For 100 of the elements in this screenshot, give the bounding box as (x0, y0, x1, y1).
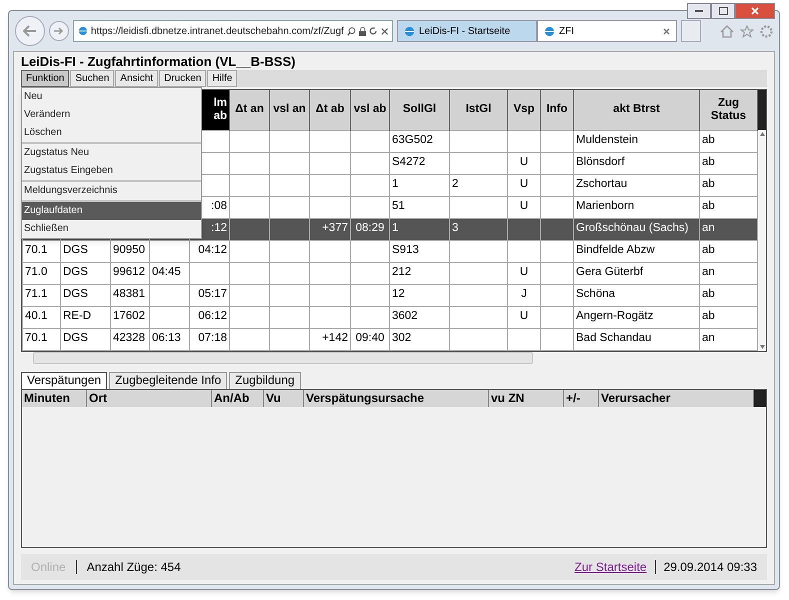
address-text: https://leidisfi.dbnetze.intranet.deutschebahn.com/zf/Zugf (90, 24, 344, 38)
back-arrow-icon (23, 25, 37, 37)
menu-item[interactable]: Meldungsverzeichnis (22, 182, 201, 200)
column-header[interactable]: SollGl (390, 90, 450, 130)
table-cell: an (702, 266, 715, 278)
menu-item[interactable]: Drucken (159, 70, 206, 87)
table-cell: 07:18 (198, 332, 227, 344)
table-row[interactable]: 71.0 DGS 99612 04:45 212 U Gera Güterbf an (22, 262, 758, 284)
app-title: LeiDis-FI - Zugfahrtinformation (VL__B-BSS) (21, 53, 296, 70)
table-cell: 2 (452, 178, 458, 190)
table-cell: Marienborn (576, 200, 634, 212)
column-header[interactable]: vu ZN (489, 390, 564, 406)
address-bar[interactable]: https://leidisfi.dbnetze.intranet.deutschebahn.com/zf/Zugf (73, 20, 393, 42)
maximize-button[interactable] (711, 3, 735, 19)
vertical-scrollbar[interactable] (758, 130, 766, 350)
table-cell: an (702, 332, 715, 344)
table-cell: 09:40 (356, 332, 384, 344)
table-cell: 08:29 (356, 222, 384, 234)
close-icon[interactable] (380, 26, 388, 36)
column-header[interactable]: Zug Status (700, 90, 758, 130)
minimize-button[interactable] (687, 3, 711, 19)
home-link[interactable]: Zur Startseite (574, 558, 647, 576)
table-cell: ab (702, 178, 715, 190)
table-cell: 17602 (113, 310, 145, 322)
table-cell: 42328 (113, 332, 145, 344)
column-header[interactable]: Δt an (230, 90, 270, 130)
star-icon[interactable] (740, 24, 754, 38)
globe-icon (404, 26, 415, 36)
close-icon (751, 7, 759, 15)
table-cell: Schöna (576, 288, 616, 300)
table-cell: 302 (392, 332, 412, 344)
table-cell: ab (702, 288, 715, 300)
table-cell: :12 (211, 222, 227, 234)
column-header[interactable]: vsl ab (350, 90, 390, 130)
settings-icon[interactable] (760, 24, 773, 38)
table-cell: Blönsdorf (576, 156, 625, 168)
table-cell: 40.1 (25, 310, 48, 322)
browser-tab[interactable]: LeiDis-FI - Startseite (397, 20, 537, 42)
column-header[interactable]: Ort (87, 390, 212, 406)
table-row[interactable]: 71.1 DGS 48381 05:17 12 J Schöna ab (22, 284, 758, 306)
table-cell: 71.1 (25, 288, 48, 300)
train-count: Anzahl Züge: 454 (86, 559, 181, 576)
table-cell: :08 (211, 200, 227, 212)
table-cell: 3 (452, 222, 458, 234)
menu-item[interactable]: Suchen (70, 70, 114, 87)
search-icon[interactable] (346, 26, 356, 36)
table-cell: S913 (392, 244, 419, 256)
table-row[interactable]: 40.1 RE-D 17602 06:12 3602 U Angern-Rogätz ab (22, 306, 758, 328)
menu-item[interactable]: Zuglaufdaten (22, 202, 201, 220)
date-time: 29.09.2014 09:33 (664, 559, 757, 576)
table-cell: ab (702, 156, 715, 168)
header-corner (758, 90, 766, 130)
column-header[interactable]: Vu (264, 390, 304, 406)
column-header[interactable]: akt Btrst (574, 90, 700, 130)
column-header[interactable]: IstGl (450, 90, 508, 130)
column-header[interactable]: +/- (564, 390, 599, 406)
table-cell: 05:17 (198, 288, 227, 300)
menu-item[interactable]: Ansicht (115, 70, 158, 87)
menu-item[interactable]: Funktion (21, 70, 70, 87)
table-cell: DGS (63, 244, 88, 256)
table-cell: Bad Schandau (576, 332, 652, 344)
table-cell: 06:13 (152, 332, 181, 344)
table-cell: 06:12 (198, 310, 227, 322)
table-row[interactable]: 70.1 DGS 90950 04:12 S913 Bindfelde Abzw ab (22, 240, 758, 262)
forward-arrow-icon (54, 27, 64, 35)
browser-tab[interactable]: ZFI (537, 20, 677, 42)
table-cell: an (702, 222, 715, 234)
table-cell: J (521, 288, 527, 300)
table-cell: Angern-Rogätz (576, 310, 654, 322)
scroll-up-icon (760, 132, 764, 136)
tab[interactable]: Zugbegleitende Info (109, 372, 228, 388)
column-header[interactable]: Vsp (508, 90, 540, 130)
table-cell: RE-D (63, 310, 92, 322)
table-cell: 48381 (113, 288, 145, 300)
table-cell: S4272 (392, 156, 426, 168)
table-cell: U (520, 310, 528, 322)
refresh-icon[interactable] (369, 26, 378, 36)
close-icon[interactable] (663, 28, 670, 34)
close-button[interactable] (735, 3, 775, 19)
globe-icon (78, 25, 88, 37)
table-cell: Bindfelde Abzw (576, 244, 655, 256)
table-cell: +142 (322, 332, 348, 344)
table-cell: Großschönau (Sachs) (576, 222, 688, 234)
column-header[interactable]: Δt ab (310, 90, 350, 130)
tab[interactable]: Verspätungen (21, 372, 108, 388)
back-button[interactable] (15, 16, 45, 46)
column-header[interactable]: vsl an (270, 90, 310, 130)
tab[interactable]: Zugbildung (229, 372, 301, 388)
forward-button[interactable] (49, 21, 69, 41)
column-header[interactable]: An/Ab (212, 390, 264, 406)
menu-item[interactable]: Hilfe (207, 70, 238, 87)
menu-item[interactable]: Schließen (22, 220, 201, 238)
table-cell: 63G502 (392, 134, 433, 146)
home-icon[interactable] (720, 24, 734, 38)
column-header[interactable]: Verspätungsursache (304, 390, 489, 406)
table-cell: DGS (63, 288, 88, 300)
column-header[interactable]: Minuten (22, 390, 87, 406)
horizontal-scrollbar[interactable] (33, 352, 533, 364)
column-header[interactable]: Info (540, 90, 574, 130)
table-row[interactable]: 70.1 DGS 42328 06:13 07:18 +142 09:40 302 Bad Schandau an (22, 328, 758, 350)
